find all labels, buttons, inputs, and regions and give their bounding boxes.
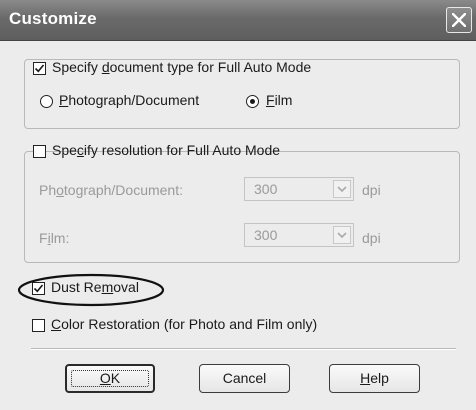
photograph-document-dpi-label: Photograph/Document: xyxy=(39,182,183,198)
customize-dialog: Customize Specify document type for Full… xyxy=(0,0,476,410)
dialog-title: Customize xyxy=(9,9,97,28)
separator xyxy=(31,348,456,350)
cancel-button[interactable]: Cancel xyxy=(199,364,290,393)
specify-doc-type-label: Specify document type for Full Auto Mode xyxy=(52,59,312,75)
dropdown-button[interactable] xyxy=(333,226,351,244)
film-dpi-value: 300 xyxy=(254,227,278,243)
color-restoration-checkbox[interactable] xyxy=(32,319,45,332)
help-button[interactable]: Help xyxy=(329,364,420,393)
close-button[interactable] xyxy=(446,7,472,33)
film-dpi-label: Film: xyxy=(39,230,70,246)
title-bar[interactable]: Customize xyxy=(0,0,476,41)
photograph-document-label: Photograph/Document xyxy=(59,92,200,108)
photograph-document-radio[interactable] xyxy=(40,95,53,108)
film-radio[interactable] xyxy=(246,95,259,108)
resolution-group xyxy=(24,151,460,263)
dropdown-button[interactable] xyxy=(333,180,351,198)
photograph-document-dpi-unit: dpi xyxy=(362,182,381,198)
highlight-ellipse xyxy=(17,273,165,307)
radio-selected-dot xyxy=(250,99,255,104)
specify-doc-type-checkbox[interactable] xyxy=(33,62,46,75)
checkmark-icon xyxy=(34,64,45,73)
chevron-down-icon xyxy=(337,232,347,239)
photograph-document-dpi-select[interactable]: 300 xyxy=(244,177,354,201)
film-label: Film xyxy=(266,92,293,108)
ok-button[interactable]: OK xyxy=(65,364,155,393)
dialog-body: Specify document type for Full Auto Mode… xyxy=(0,41,476,410)
color-restoration-label: Color Restoration (for Photo and Film on… xyxy=(51,316,318,332)
specify-resolution-checkbox[interactable] xyxy=(33,145,46,158)
chevron-down-icon xyxy=(337,186,347,193)
film-dpi-select[interactable]: 300 xyxy=(244,223,354,247)
close-icon xyxy=(452,13,466,27)
focus-rect xyxy=(71,370,149,387)
photograph-document-dpi-value: 300 xyxy=(254,181,278,197)
specify-resolution-label: Specify resolution for Full Auto Mode xyxy=(52,142,281,158)
film-dpi-unit: dpi xyxy=(362,230,381,246)
